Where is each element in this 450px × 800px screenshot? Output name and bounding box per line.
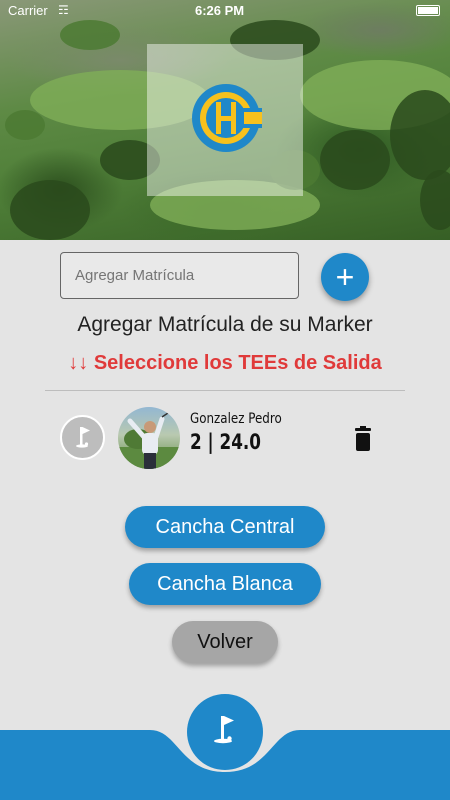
cancha-central-button[interactable]: Cancha Central — [125, 506, 325, 548]
player-name: Gonzalez Pedro — [190, 411, 282, 427]
tees-instruction: ↓↓ Seleccione los TEEs de Salida — [68, 352, 382, 374]
status-bar: Carrier ☶ 6:26 PM — [0, 0, 450, 20]
header-image: Carrier ☶ 6:26 PM — [0, 0, 450, 240]
tee-select-button[interactable] — [60, 415, 105, 460]
carrier-label: Carrier — [8, 3, 48, 18]
home-fab-button[interactable] — [187, 694, 263, 770]
status-time: 6:26 PM — [195, 3, 245, 18]
plus-icon: + — [335, 259, 355, 295]
delete-player-button[interactable] — [351, 426, 375, 452]
golf-flag-icon — [214, 716, 234, 744]
battery-icon — [416, 5, 440, 16]
cancha-blanca-button[interactable]: Cancha Blanca — [129, 563, 321, 605]
club-logo — [192, 84, 262, 152]
trash-icon — [355, 426, 371, 451]
player-stats: 2 | 24.0 — [190, 430, 261, 454]
page-title: Agregar Matrícula de su Marker — [77, 313, 373, 336]
divider — [45, 390, 405, 391]
golf-flag-icon — [76, 427, 90, 448]
volver-button[interactable]: Volver — [172, 621, 278, 663]
avatar — [118, 407, 180, 469]
wifi-icon: ☶ — [58, 3, 69, 17]
add-matricula-button[interactable]: + — [321, 253, 369, 301]
matricula-input[interactable] — [60, 252, 299, 299]
